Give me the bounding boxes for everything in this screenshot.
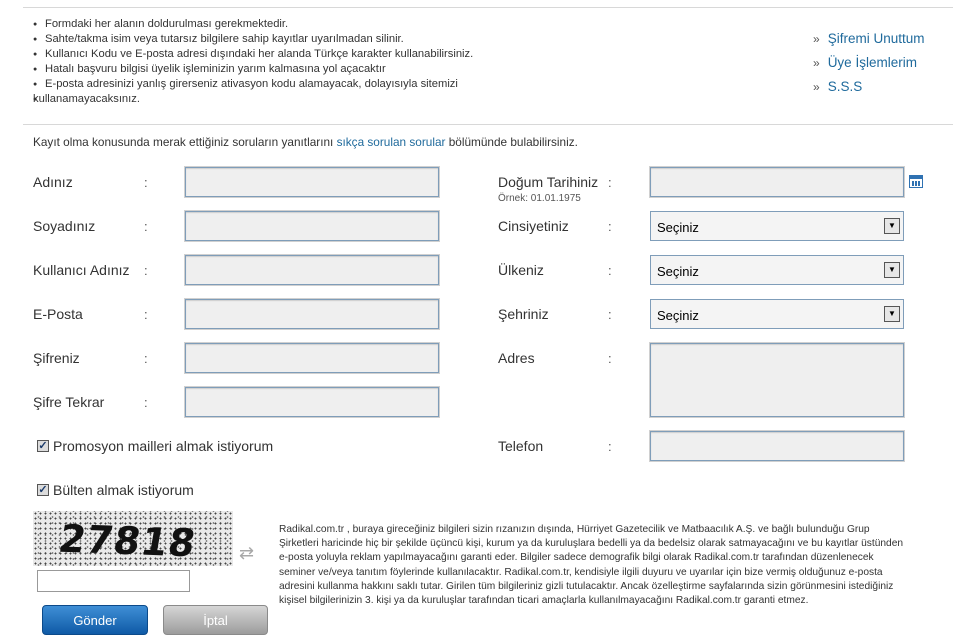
promo-checkbox-label: Promosyon mailleri almak istiyorum <box>53 438 274 454</box>
country-label: Ülkeniz <box>498 262 544 278</box>
forgot-password-link[interactable]: » Şifremi Unuttum <box>813 29 924 53</box>
calendar-icon[interactable] <box>909 175 923 188</box>
arrow-icon: » <box>813 32 820 46</box>
arrow-icon: » <box>813 80 820 94</box>
faq-link[interactable]: » S.S.S <box>813 77 924 101</box>
colon: : <box>144 263 148 278</box>
captcha-input[interactable] <box>37 570 190 592</box>
email-input[interactable] <box>184 298 440 330</box>
intro-text: Kayıt olma konusunda merak ettiğiniz sor… <box>33 135 578 149</box>
address-label: Adres <box>498 350 535 366</box>
gender-select[interactable]: Seçiniz ▼ <box>650 211 904 241</box>
colon: : <box>608 175 612 190</box>
birthdate-input[interactable] <box>649 166 905 198</box>
username-input[interactable] <box>184 254 440 286</box>
note-item: E-posta adresinizi yanlış girerseniz ati… <box>33 77 523 92</box>
note-item: Hatalı başvuru bilgisi üyelik işleminizi… <box>33 62 523 77</box>
promo-checkbox[interactable]: ✓ <box>37 440 49 452</box>
colon: : <box>144 307 148 322</box>
colon: : <box>608 439 612 454</box>
note-item-continuation: kullanamayacaksınız. <box>33 92 523 107</box>
colon: : <box>608 263 612 278</box>
password-input[interactable] <box>184 342 440 374</box>
name-label: Adınız <box>33 174 73 190</box>
captcha-image: 27818 <box>33 511 233 566</box>
colon: : <box>608 307 612 322</box>
colon: : <box>144 219 148 234</box>
colon: : <box>144 395 148 410</box>
form-notes: Formdaki her alanın doldurulması gerekme… <box>33 17 523 107</box>
name-input[interactable] <box>184 166 440 198</box>
arrow-icon: » <box>813 56 820 70</box>
colon: : <box>144 351 148 366</box>
city-label: Şehriniz <box>498 306 549 322</box>
city-select[interactable]: Seçiniz ▼ <box>650 299 904 329</box>
chevron-down-icon[interactable]: ▼ <box>884 218 900 234</box>
chevron-down-icon[interactable]: ▼ <box>884 262 900 278</box>
chevron-down-icon[interactable]: ▼ <box>884 306 900 322</box>
side-links: » Şifremi Unuttum » Üye İşlemlerim » S.S.S <box>813 29 924 101</box>
country-select[interactable]: Seçiniz ▼ <box>650 255 904 285</box>
cancel-button[interactable]: İptal <box>163 605 268 635</box>
birthdate-label: Doğum Tarihiniz <box>498 174 599 190</box>
privacy-disclaimer: Radikal.com.tr , buraya gireceğiniz bilg… <box>279 524 904 607</box>
colon: : <box>608 351 612 366</box>
surname-label: Soyadınız <box>33 218 96 234</box>
faq-inline-link[interactable]: sıkça sorulan sorular <box>337 135 446 149</box>
note-item: Formdaki her alanın doldurulması gerekme… <box>33 17 523 32</box>
colon: : <box>144 175 148 190</box>
bulletin-checkbox-label: Bülten almak istiyorum <box>53 482 194 498</box>
note-item: Sahte/takma isim veya tutarsız bilgilere… <box>33 32 523 47</box>
username-label: Kullanıcı Adınız <box>33 262 130 278</box>
phone-input[interactable] <box>649 430 905 462</box>
address-textarea[interactable] <box>649 342 905 418</box>
bulletin-checkbox[interactable]: ✓ <box>37 484 49 496</box>
email-label: E-Posta <box>33 306 83 322</box>
phone-label: Telefon <box>498 438 544 454</box>
refresh-icon[interactable]: ⇄ <box>239 543 254 564</box>
colon: : <box>608 219 612 234</box>
section-divider <box>23 124 953 125</box>
submit-button[interactable]: Gönder <box>42 605 148 635</box>
note-item: Kullanıcı Kodu ve E-posta adresi dışında… <box>33 47 523 62</box>
password-repeat-label: Şifre Tekrar <box>33 394 105 410</box>
password-label: Şifreniz <box>33 350 80 366</box>
surname-input[interactable] <box>184 210 440 242</box>
password-repeat-input[interactable] <box>184 386 440 418</box>
captcha-code: 27818 <box>55 516 200 566</box>
birthdate-hint: Örnek: 01.01.1975 <box>498 193 581 204</box>
gender-label: Cinsiyetiniz <box>498 218 569 234</box>
member-operations-link[interactable]: » Üye İşlemlerim <box>813 53 924 77</box>
top-divider <box>23 7 953 8</box>
